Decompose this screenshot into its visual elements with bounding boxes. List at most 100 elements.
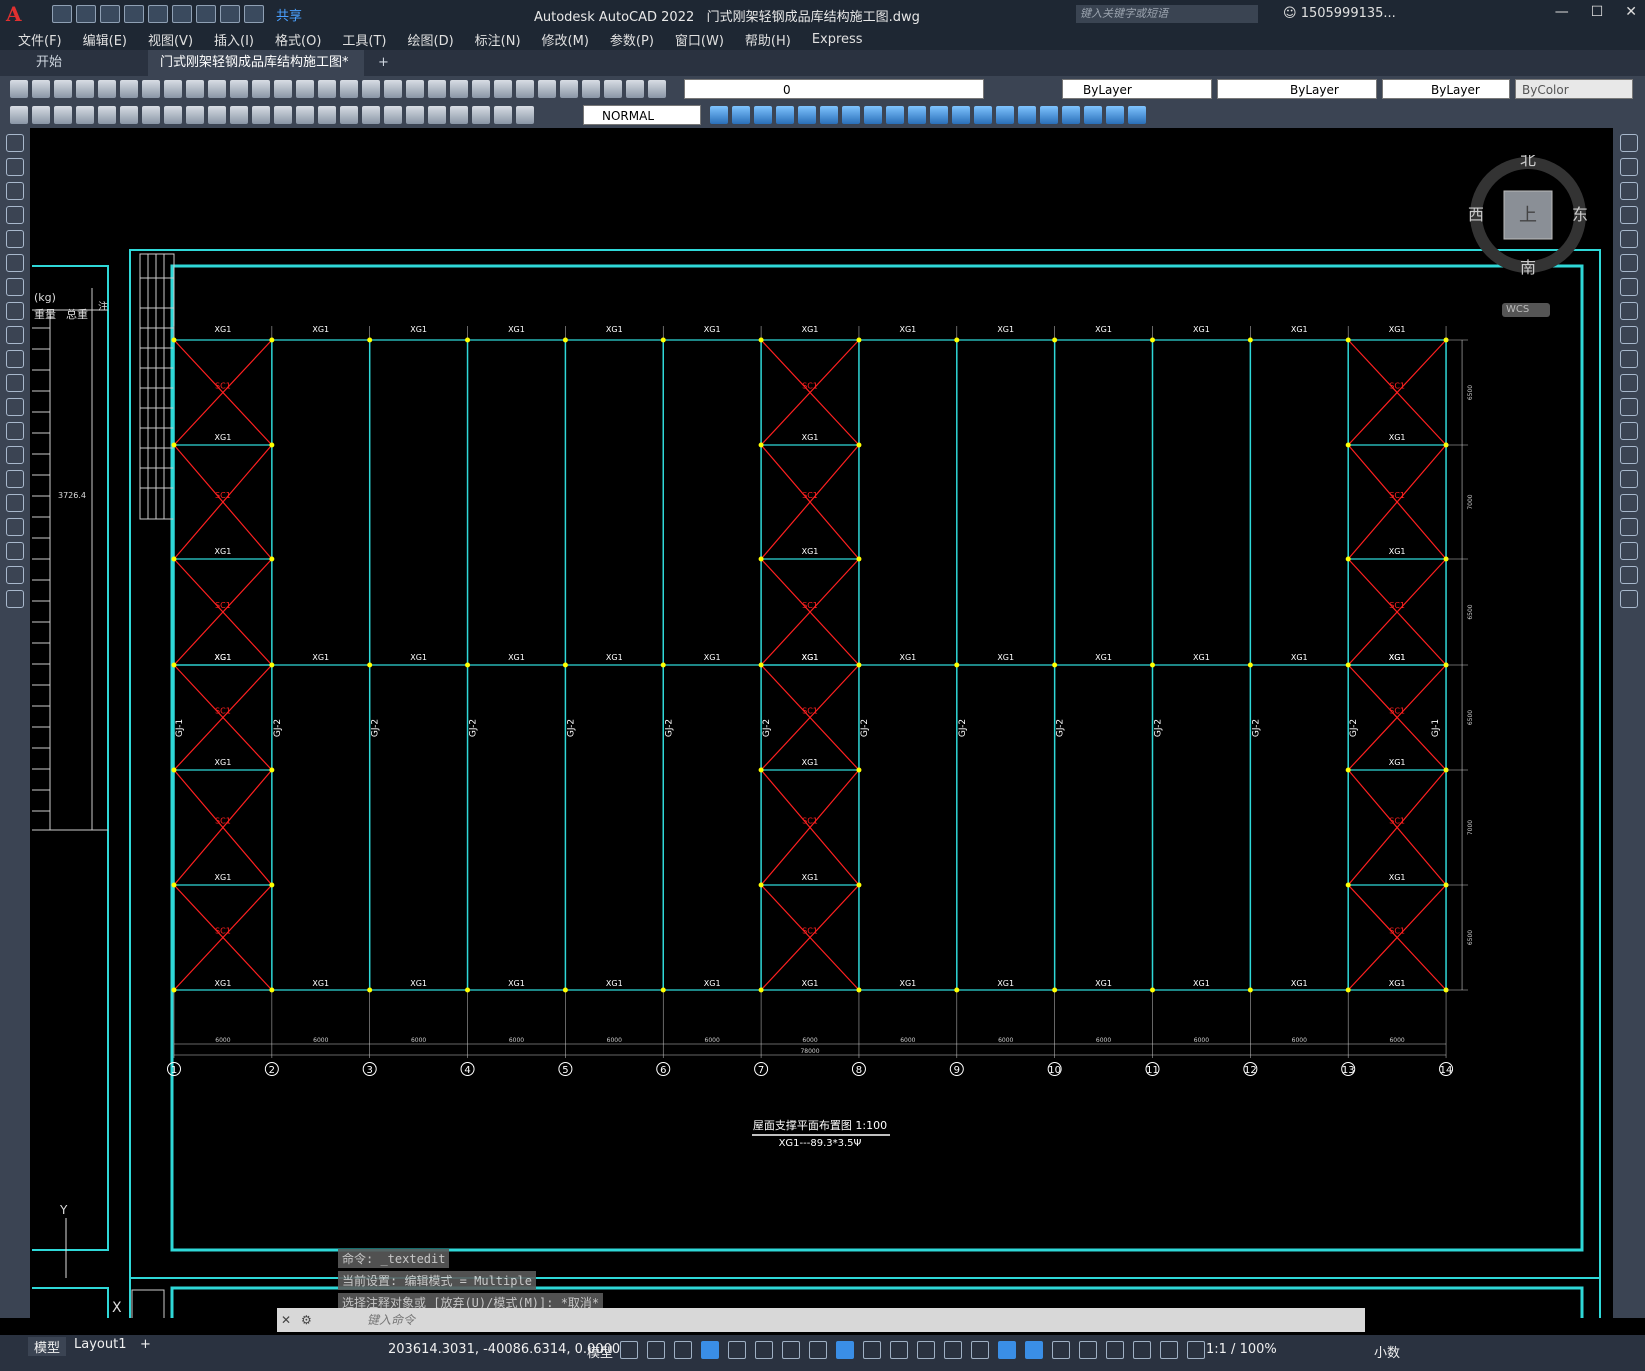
open-file-icon[interactable] <box>76 5 96 23</box>
command-input[interactable]: ✕ ⚙ 键入命令 <box>277 1308 1365 1332</box>
dimension-tool-icon[interactable] <box>98 106 116 124</box>
modify-side-tool-icon[interactable] <box>1620 278 1638 296</box>
draw-side-tool-icon[interactable] <box>6 590 24 608</box>
modify-side-tool-icon[interactable] <box>1620 446 1638 464</box>
modify-tool-icon[interactable] <box>974 106 992 124</box>
modify-side-tool-icon[interactable] <box>1620 494 1638 512</box>
new-file-icon[interactable] <box>52 5 72 23</box>
standard-tool-icon[interactable] <box>406 80 424 98</box>
menu-item-7[interactable]: 标注(N) <box>475 30 521 49</box>
standard-tool-icon[interactable] <box>626 80 644 98</box>
units-display[interactable]: 小数 <box>1374 1342 1400 1361</box>
customize-command-icon[interactable]: ⚙ <box>301 1308 312 1332</box>
dimension-tool-icon[interactable] <box>428 106 446 124</box>
standard-tool-icon[interactable] <box>208 80 226 98</box>
viewcube-east[interactable]: 东 <box>1572 205 1588 224</box>
user-account[interactable]: ☺ 1505999135... <box>1283 6 1396 21</box>
draw-side-tool-icon[interactable] <box>6 542 24 560</box>
modify-side-tool-icon[interactable] <box>1620 158 1638 176</box>
standard-tool-icon[interactable] <box>472 80 490 98</box>
modify-tool-icon[interactable] <box>1062 106 1080 124</box>
standard-tool-icon[interactable] <box>54 80 72 98</box>
layer-dropdown[interactable]: 0 <box>684 79 984 99</box>
modify-side-tool-icon[interactable] <box>1620 566 1638 584</box>
draw-side-tool-icon[interactable] <box>6 494 24 512</box>
status-toggle-icon[interactable] <box>1187 1341 1205 1359</box>
status-toggle-icon[interactable] <box>971 1341 989 1359</box>
status-toggle-icon[interactable] <box>728 1341 746 1359</box>
tab-model[interactable]: 模型 <box>28 1337 67 1356</box>
standard-tool-icon[interactable] <box>120 80 138 98</box>
standard-tool-icon[interactable] <box>362 80 380 98</box>
menu-item-4[interactable]: 格式(O) <box>275 30 321 49</box>
share-button[interactable]: 共享 <box>276 5 302 24</box>
standard-tool-icon[interactable] <box>604 80 622 98</box>
modify-tool-icon[interactable] <box>1084 106 1102 124</box>
dimension-tool-icon[interactable] <box>384 106 402 124</box>
menu-item-12[interactable]: Express <box>812 32 863 47</box>
modify-tool-icon[interactable] <box>776 106 794 124</box>
plot-icon[interactable] <box>196 5 216 23</box>
standard-tool-icon[interactable] <box>186 80 204 98</box>
coordinates-readout[interactable]: 203614.3031, -40086.6314, 0.0000 <box>388 1342 620 1357</box>
color-dropdown[interactable]: ByLayer <box>1062 79 1212 99</box>
close-icon[interactable]: ✕ <box>1625 4 1637 20</box>
tab-drawing[interactable]: 门式刚架轻钢成品库结构施工图* ✕ <box>148 50 364 96</box>
modify-tool-icon[interactable] <box>710 106 728 124</box>
annotation-scale[interactable]: 1:1 / 100% <box>1206 1342 1277 1357</box>
redo-icon[interactable] <box>244 5 264 23</box>
dimension-tool-icon[interactable] <box>296 106 314 124</box>
standard-tool-icon[interactable] <box>32 80 50 98</box>
draw-side-tool-icon[interactable] <box>6 446 24 464</box>
draw-side-tool-icon[interactable] <box>6 470 24 488</box>
menu-item-9[interactable]: 参数(P) <box>610 30 654 49</box>
menu-item-10[interactable]: 窗口(W) <box>675 30 724 49</box>
status-toggle-icon[interactable] <box>1025 1341 1043 1359</box>
modify-side-tool-icon[interactable] <box>1620 134 1638 152</box>
modify-side-tool-icon[interactable] <box>1620 518 1638 536</box>
draw-side-tool-icon[interactable] <box>6 398 24 416</box>
menu-item-2[interactable]: 视图(V) <box>148 30 193 49</box>
search-input[interactable]: 键入关键字或短语 <box>1076 5 1258 23</box>
status-toggle-icon[interactable] <box>1079 1341 1097 1359</box>
modify-side-tool-icon[interactable] <box>1620 542 1638 560</box>
viewcube-south[interactable]: 南 <box>1520 258 1536 277</box>
modify-side-tool-icon[interactable] <box>1620 182 1638 200</box>
status-toggle-icon[interactable] <box>890 1341 908 1359</box>
dimension-tool-icon[interactable] <box>186 106 204 124</box>
dimension-tool-icon[interactable] <box>406 106 424 124</box>
dimension-tool-icon[interactable] <box>494 106 512 124</box>
status-toggle-icon[interactable] <box>836 1341 854 1359</box>
modify-tool-icon[interactable] <box>952 106 970 124</box>
dimension-tool-icon[interactable] <box>516 106 534 124</box>
status-toggle-icon[interactable] <box>755 1341 773 1359</box>
standard-tool-icon[interactable] <box>142 80 160 98</box>
draw-side-tool-icon[interactable] <box>6 230 24 248</box>
maximize-icon[interactable]: ☐ <box>1591 4 1604 20</box>
standard-tool-icon[interactable] <box>230 80 248 98</box>
modify-tool-icon[interactable] <box>754 106 772 124</box>
draw-side-tool-icon[interactable] <box>6 254 24 272</box>
add-layout-button[interactable]: + <box>140 1337 151 1352</box>
modify-side-tool-icon[interactable] <box>1620 350 1638 368</box>
modify-side-tool-icon[interactable] <box>1620 398 1638 416</box>
status-toggle-icon[interactable] <box>1160 1341 1178 1359</box>
dimension-tool-icon[interactable] <box>362 106 380 124</box>
standard-tool-icon[interactable] <box>274 80 292 98</box>
dimension-tool-icon[interactable] <box>274 106 292 124</box>
status-toggle-icon[interactable] <box>701 1341 719 1359</box>
draw-side-tool-icon[interactable] <box>6 182 24 200</box>
status-toggle-icon[interactable] <box>647 1341 665 1359</box>
status-toggle-icon[interactable] <box>674 1341 692 1359</box>
modify-tool-icon[interactable] <box>1128 106 1146 124</box>
modify-tool-icon[interactable] <box>732 106 750 124</box>
save-web-icon[interactable] <box>172 5 192 23</box>
standard-tool-icon[interactable] <box>494 80 512 98</box>
draw-side-tool-icon[interactable] <box>6 158 24 176</box>
draw-side-tool-icon[interactable] <box>6 374 24 392</box>
menu-item-0[interactable]: 文件(F) <box>18 30 62 49</box>
modify-tool-icon[interactable] <box>1018 106 1036 124</box>
viewcube[interactable]: 上 北 南 东 西 <box>1468 150 1588 277</box>
dimension-tool-icon[interactable] <box>208 106 226 124</box>
dimension-tool-icon[interactable] <box>120 106 138 124</box>
